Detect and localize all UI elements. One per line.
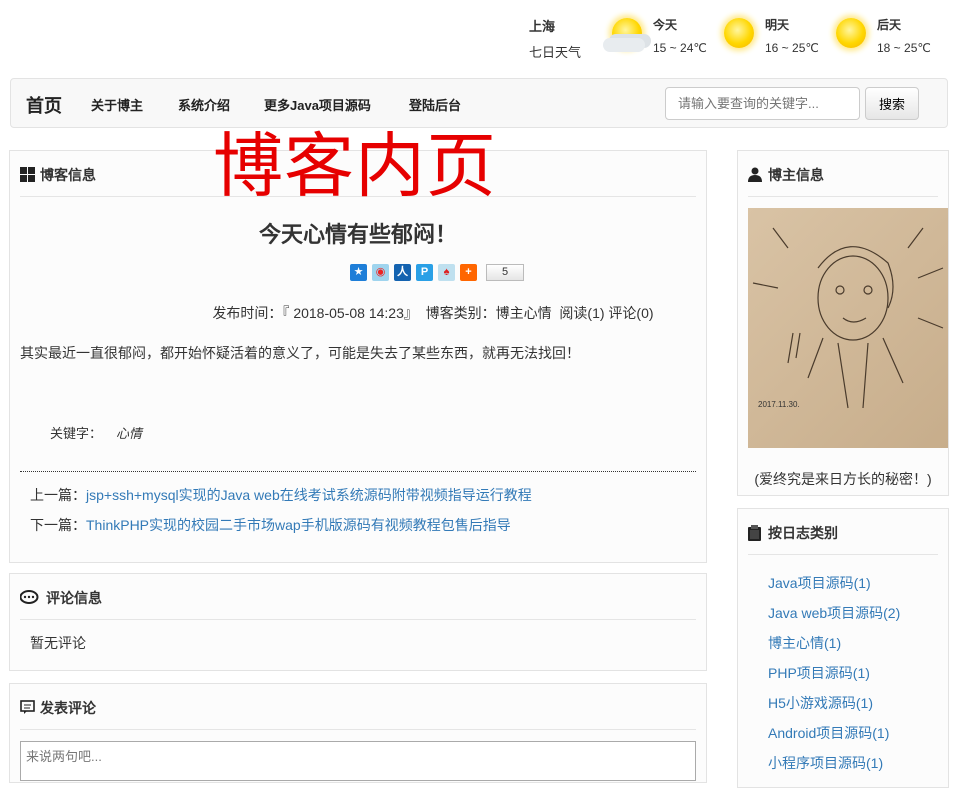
category-link[interactable]: Android项目源码(1) (768, 723, 889, 743)
clipboard-icon (748, 525, 761, 544)
comments-panel: 评论信息 暂无评论 (9, 573, 707, 671)
panel-header: 评论信息 (19, 588, 696, 620)
cloud-icon (603, 38, 645, 52)
blog-content: 其实最近一直很郁闷，都开始怀疑活着的意义了，可能是失去了某些东西，就再无法找回！ (20, 345, 580, 361)
sketch-date: 2017.11.30. (758, 400, 800, 409)
blogger-motto: (爱终究是来日方长的秘密！) (754, 471, 932, 487)
blog-title: 今天心情有些郁闷！ (258, 222, 457, 247)
nav-login[interactable]: 登陆后台 (409, 95, 461, 114)
panel-header: 按日志类别 (748, 523, 938, 555)
comment-textarea[interactable]: 来说两句吧... (20, 741, 696, 781)
nav-home[interactable]: 首页 (26, 92, 62, 118)
search-button[interactable]: 搜索 (865, 87, 919, 120)
seven-day-link[interactable]: 七日天气 (529, 45, 581, 60)
weather-widget: 上海七日天气 今天 15 ~ 24℃ 明天 16 ~ 25℃ 后天 18 ~ 25℃ (0, 0, 975, 70)
category-panel: 按日志类别 Java项目源码(1) Java web项目源码(2) 博主心情(1… (737, 508, 949, 788)
grid-icon (20, 167, 35, 185)
category-link[interactable]: 博主心情(1) (768, 633, 841, 653)
blog-info-panel: 博客信息 今天心情有些郁闷！ ★ ◉ 人 P ♠ + 5 发布时间：『 2018… (9, 150, 707, 563)
blogger-avatar-sketch: 2017.11.30. (748, 208, 948, 448)
comments-icon (19, 590, 40, 608)
share-bar: ★ ◉ 人 P ♠ + 5 (350, 264, 524, 281)
nav-about[interactable]: 关于博主 (91, 95, 143, 114)
share-count: 5 (486, 264, 524, 281)
page-label-overlay: 博客内页 (213, 127, 497, 205)
divider (20, 471, 696, 472)
comment-icon (20, 700, 35, 718)
sun-icon (836, 18, 866, 48)
panel-header: 发表评论 (20, 698, 696, 730)
no-comments-text: 暂无评论 (30, 635, 86, 651)
nav-more-java[interactable]: 更多Java项目源码 (264, 95, 371, 114)
prev-post: 上一篇：jsp+ssh+mysql实现的Java web在线考试系统源码附带视频… (30, 487, 532, 503)
category-link[interactable]: H5小游戏源码(1) (768, 693, 873, 713)
weather-day-after: 后天 18 ~ 25℃ (877, 18, 931, 55)
weather-city: 上海 七日天气 (529, 16, 581, 61)
panel-header: 博主信息 (748, 165, 938, 197)
prev-post-link[interactable]: jsp+ssh+mysql实现的Java web在线考试系统源码附带视频指导运行… (86, 487, 532, 503)
pengyou-share-icon[interactable]: P (416, 264, 433, 281)
weibo-share-icon[interactable]: ◉ (372, 264, 389, 281)
category-link[interactable]: 小程序项目源码(1) (768, 753, 883, 773)
weather-day-today: 今天 15 ~ 24℃ (653, 18, 707, 55)
city-name: 上海 (529, 19, 556, 34)
category-link[interactable]: Java项目源码(1) (768, 573, 871, 593)
weather-day-tomorrow: 明天 16 ~ 25℃ (765, 18, 819, 55)
navbar: 首页 关于博主 系统介绍 更多Java项目源码 登陆后台 搜索 (10, 78, 948, 128)
next-post-link[interactable]: ThinkPHP实现的校园二手市场wap手机版源码有视频教程包售后指导 (86, 517, 511, 533)
blog-meta: 发布时间：『 2018-05-08 14:23』 博客类别：博主心情 阅读(1)… (212, 305, 654, 321)
more-share-icon[interactable]: + (460, 264, 477, 281)
next-post: 下一篇：ThinkPHP实现的校园二手市场wap手机版源码有视频教程包售后指导 (30, 517, 511, 533)
sun-icon (724, 18, 754, 48)
qzone-share-icon[interactable]: ★ (350, 264, 367, 281)
category-link[interactable]: PHP项目源码(1) (768, 663, 870, 683)
nav-system-intro[interactable]: 系统介绍 (178, 95, 230, 114)
tencent-weibo-share-icon[interactable]: ♠ (438, 264, 455, 281)
keywords: 关键字： 心情 (50, 426, 143, 441)
keyword-link[interactable]: 心情 (116, 426, 142, 441)
blogger-info-panel: 博主信息 2017.11.30. (爱终究是来日方长的秘密！) (737, 150, 949, 496)
post-comment-panel: 发表评论 来说两句吧... (9, 683, 707, 783)
user-icon (748, 167, 762, 185)
category-link[interactable]: Java web项目源码(2) (768, 603, 900, 623)
renren-share-icon[interactable]: 人 (394, 264, 411, 281)
search-input[interactable] (665, 87, 860, 120)
